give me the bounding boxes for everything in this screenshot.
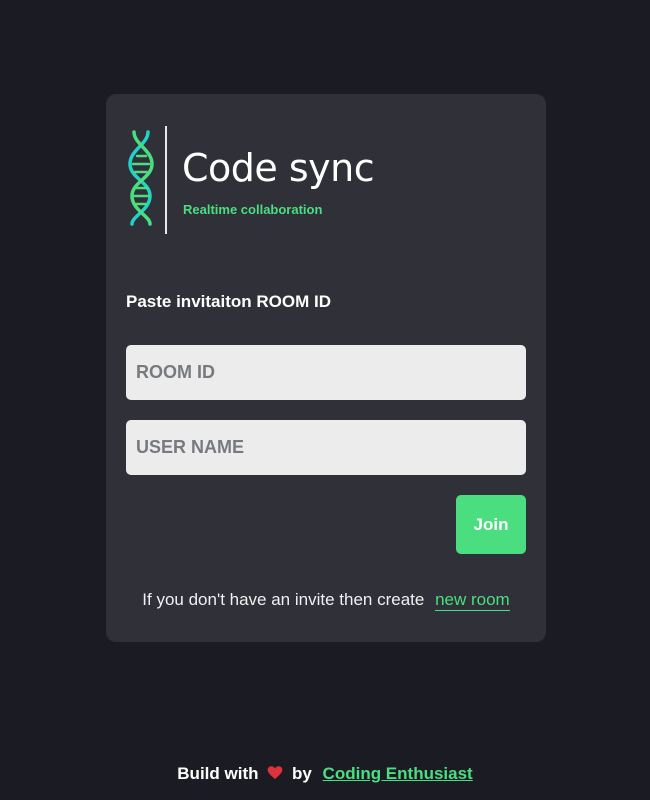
room-id-label: Paste invitaiton ROOM ID	[126, 292, 331, 311]
footer: Build with by Coding Enthusiast	[0, 764, 650, 784]
footer-by: by	[291, 764, 312, 783]
create-room-text: If you don't have an invite then create	[142, 590, 425, 609]
footer-prefix: Build with	[177, 764, 259, 783]
join-button[interactable]: Join	[456, 495, 526, 554]
join-page: Code sync Realtime collaboration Paste i…	[0, 0, 650, 800]
heart-icon	[267, 766, 283, 779]
username-input[interactable]	[126, 420, 526, 475]
logo-divider	[165, 126, 167, 234]
app-title: Code sync	[182, 146, 375, 190]
brand-logo: Code sync Realtime collaboration	[126, 126, 375, 236]
author-link[interactable]: Coding Enthusiast	[323, 764, 473, 783]
join-card: Code sync Realtime collaboration Paste i…	[106, 94, 546, 642]
create-room-info: If you don't have an invite then create …	[106, 590, 546, 611]
dna-icon	[128, 130, 154, 226]
new-room-link[interactable]: new room	[435, 590, 510, 611]
app-subtitle: Realtime collaboration	[183, 202, 323, 217]
room-id-input[interactable]	[126, 345, 526, 400]
